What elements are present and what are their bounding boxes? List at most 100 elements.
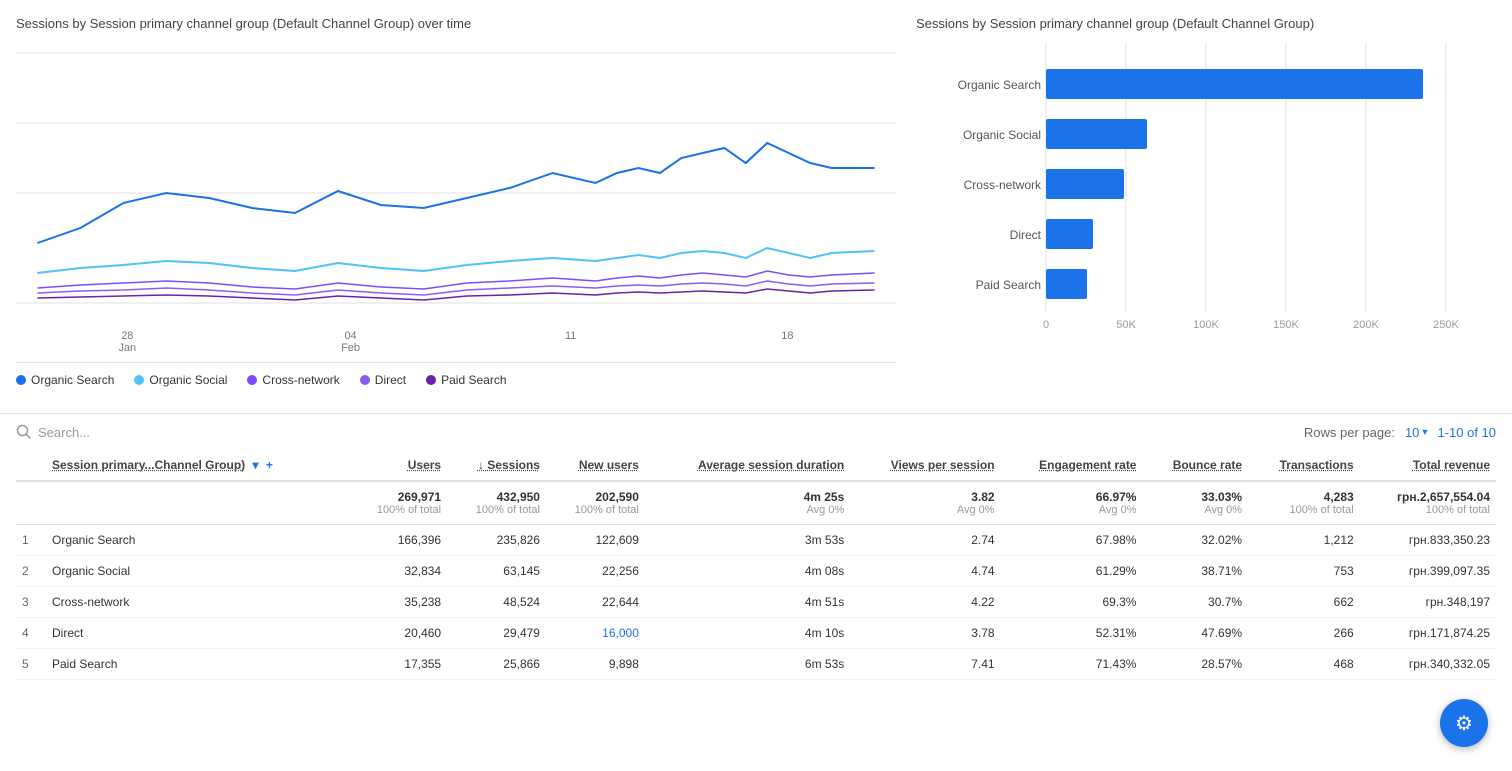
row-1-num: 1 bbox=[16, 525, 46, 556]
legend-cross-network: Cross-network bbox=[247, 373, 339, 387]
totals-transactions: 4,283 100% of total bbox=[1248, 481, 1360, 525]
legend-label-paid-search: Paid Search bbox=[441, 373, 506, 387]
x-label-18: 18 bbox=[781, 330, 793, 354]
th-sessions[interactable]: ↓ Sessions bbox=[447, 450, 546, 481]
th-revenue[interactable]: Total revenue bbox=[1360, 450, 1496, 481]
row-2-sessions: 63,145 bbox=[447, 556, 546, 587]
legend-label-cross-network: Cross-network bbox=[262, 373, 339, 387]
table-section: Search... Rows per page: 10 ▾ 1-10 of 10… bbox=[0, 413, 1512, 696]
svg-text:Direct: Direct bbox=[1010, 228, 1042, 242]
row-2-transactions: 753 bbox=[1248, 556, 1360, 587]
legend-dot-direct bbox=[360, 375, 370, 385]
chart-legend: Organic Search Organic Social Cross-netw… bbox=[16, 363, 896, 397]
row-1-engagement: 67.98% bbox=[1001, 525, 1143, 556]
row-1-revenue: грн.833,350.23 bbox=[1360, 525, 1496, 556]
search-placeholder: Search... bbox=[38, 425, 90, 440]
totals-revenue: грн.2,657,554.04 100% of total bbox=[1360, 481, 1496, 525]
legend-paid-search: Paid Search bbox=[426, 373, 506, 387]
row-3-sessions: 48,524 bbox=[447, 587, 546, 618]
legend-dot-paid-search bbox=[426, 375, 436, 385]
row-3-channel[interactable]: Cross-network bbox=[46, 587, 348, 618]
legend-label-direct: Direct bbox=[375, 373, 406, 387]
settings-icon: ⚙ bbox=[1455, 711, 1473, 736]
totals-num bbox=[16, 481, 46, 525]
row-3-transactions: 662 bbox=[1248, 587, 1360, 618]
search-box[interactable]: Search... bbox=[16, 424, 90, 440]
th-bounce[interactable]: Bounce rate bbox=[1142, 450, 1248, 481]
row-1-channel[interactable]: Organic Search bbox=[46, 525, 348, 556]
row-5-sessions: 25,866 bbox=[447, 649, 546, 680]
row-1-new-users: 122,609 bbox=[546, 525, 645, 556]
row-2-bounce: 38.71% bbox=[1142, 556, 1248, 587]
row-4-bounce: 47.69% bbox=[1142, 618, 1248, 649]
th-views-per-session[interactable]: Views per session bbox=[850, 450, 1000, 481]
legend-dot-organic-search bbox=[16, 375, 26, 385]
row-2-revenue: грн.399,097.35 bbox=[1360, 556, 1496, 587]
svg-text:Organic Search: Organic Search bbox=[958, 78, 1041, 92]
legend-dot-cross-network bbox=[247, 375, 257, 385]
search-row: Search... Rows per page: 10 ▾ 1-10 of 10 bbox=[16, 414, 1496, 450]
row-3-users: 35,238 bbox=[348, 587, 447, 618]
row-4-num: 4 bbox=[16, 618, 46, 649]
table-header-row: Session primary...Channel Group) ▾ + Use… bbox=[16, 450, 1496, 481]
svg-text:Cross-network: Cross-network bbox=[964, 178, 1042, 192]
rows-dropdown-arrow[interactable]: ▾ bbox=[1422, 427, 1427, 438]
svg-text:100K: 100K bbox=[1193, 319, 1219, 331]
totals-users: 269,971 100% of total bbox=[348, 481, 447, 525]
svg-text:250K: 250K bbox=[1433, 319, 1459, 331]
row-3-num: 3 bbox=[16, 587, 46, 618]
row-4-transactions: 266 bbox=[1248, 618, 1360, 649]
row-2-views: 4.74 bbox=[850, 556, 1000, 587]
th-new-users[interactable]: New users bbox=[546, 450, 645, 481]
row-2-avg-session: 4m 08s bbox=[645, 556, 850, 587]
row-4-sessions: 29,479 bbox=[447, 618, 546, 649]
row-4-avg-session: 4m 10s bbox=[645, 618, 850, 649]
row-5-revenue: грн.340,332.05 bbox=[1360, 649, 1496, 680]
row-5-transactions: 468 bbox=[1248, 649, 1360, 680]
settings-fab-button[interactable]: ⚙ bbox=[1440, 699, 1488, 747]
row-5-bounce: 28.57% bbox=[1142, 649, 1248, 680]
row-5-avg-session: 6m 53s bbox=[645, 649, 850, 680]
row-1-bounce: 32.02% bbox=[1142, 525, 1248, 556]
svg-text:Paid Search: Paid Search bbox=[976, 278, 1041, 292]
totals-row: 269,971 100% of total 432,950 100% of to… bbox=[16, 481, 1496, 525]
line-chart-section: Sessions by Session primary channel grou… bbox=[16, 16, 896, 397]
row-5-users: 17,355 bbox=[348, 649, 447, 680]
th-users[interactable]: Users bbox=[348, 450, 447, 481]
th-transactions[interactable]: Transactions bbox=[1248, 450, 1360, 481]
page-range: 1-10 of 10 bbox=[1437, 425, 1496, 440]
legend-organic-search: Organic Search bbox=[16, 373, 114, 387]
th-channel[interactable]: Session primary...Channel Group) ▾ + bbox=[46, 450, 348, 481]
row-3-avg-session: 4m 51s bbox=[645, 587, 850, 618]
row-1-users: 166,396 bbox=[348, 525, 447, 556]
row-1-sessions: 235,826 bbox=[447, 525, 546, 556]
th-channel-dropdown[interactable]: ▾ bbox=[253, 458, 259, 472]
row-3-views: 4.22 bbox=[850, 587, 1000, 618]
row-4-channel[interactable]: Direct bbox=[46, 618, 348, 649]
line-chart-container: 15K 10K 5K 0 28Jan 0 bbox=[16, 43, 896, 363]
bar-chart-svg: Organic Search Organic Social Cross-netw… bbox=[916, 43, 1496, 353]
row-4-engagement: 52.31% bbox=[1001, 618, 1143, 649]
th-channel-add[interactable]: + bbox=[266, 458, 273, 472]
row-2-engagement: 61.29% bbox=[1001, 556, 1143, 587]
row-2-channel[interactable]: Organic Social bbox=[46, 556, 348, 587]
row-3-bounce: 30.7% bbox=[1142, 587, 1248, 618]
svg-text:0: 0 bbox=[1043, 319, 1049, 331]
rows-count[interactable]: 10 ▾ bbox=[1405, 425, 1428, 440]
th-num bbox=[16, 450, 46, 481]
totals-engagement: 66.97% Avg 0% bbox=[1001, 481, 1143, 525]
totals-views: 3.82 Avg 0% bbox=[850, 481, 1000, 525]
row-2-num: 2 bbox=[16, 556, 46, 587]
svg-text:150K: 150K bbox=[1273, 319, 1299, 331]
totals-channel bbox=[46, 481, 348, 525]
row-2-new-users: 22,256 bbox=[546, 556, 645, 587]
row-3-new-users: 22,644 bbox=[546, 587, 645, 618]
row-5-views: 7.41 bbox=[850, 649, 1000, 680]
legend-dot-organic-social bbox=[134, 375, 144, 385]
bar-chart-title: Sessions by Session primary channel grou… bbox=[916, 16, 1496, 31]
bar-chart-section: Sessions by Session primary channel grou… bbox=[916, 16, 1496, 397]
row-4-users: 20,460 bbox=[348, 618, 447, 649]
th-engagement[interactable]: Engagement rate bbox=[1001, 450, 1143, 481]
row-5-channel[interactable]: Paid Search bbox=[46, 649, 348, 680]
th-avg-session[interactable]: Average session duration bbox=[645, 450, 850, 481]
